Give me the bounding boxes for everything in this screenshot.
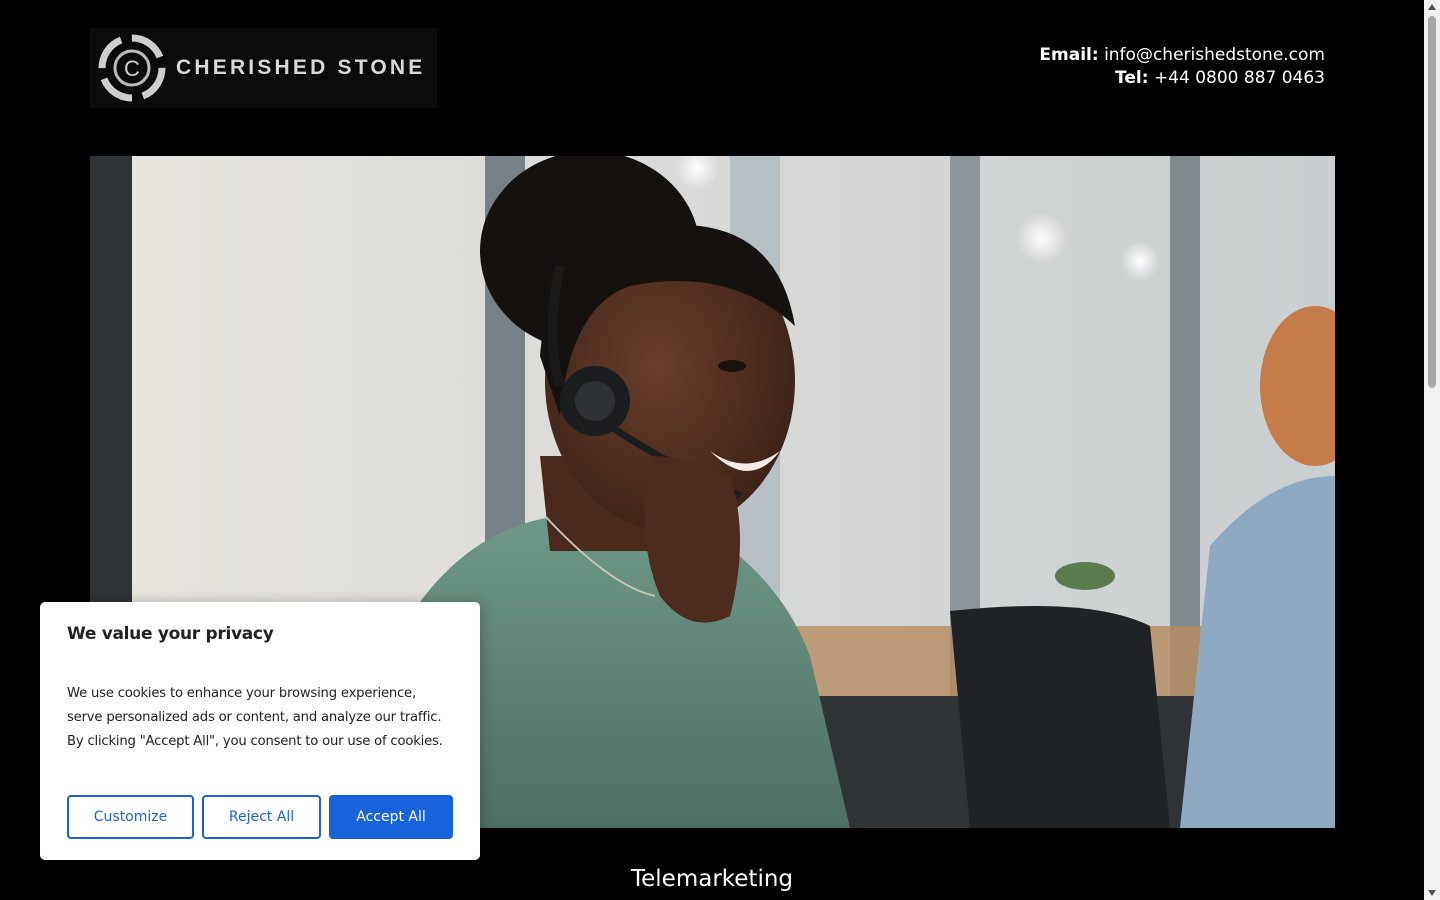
hero-caption: Telemarketing xyxy=(630,866,794,892)
cookie-button-row: Customize Reject All Accept All xyxy=(67,795,453,839)
logo-text: CHERISHED STONE xyxy=(176,56,426,79)
logo-mark-icon: C xyxy=(98,34,166,102)
accept-all-button[interactable]: Accept All xyxy=(329,795,453,839)
customize-button[interactable]: Customize xyxy=(67,795,194,839)
cookie-description: We use cookies to enhance your browsing … xyxy=(67,686,443,749)
tel-label: Tel: xyxy=(1115,68,1149,88)
contact-info: Email: info@cherishedstone.com Tel: +44 … xyxy=(1039,44,1325,90)
scroll-up-arrow-icon[interactable] xyxy=(1424,0,1440,14)
email-label: Email: xyxy=(1039,45,1099,65)
site-logo[interactable]: C CHERISHED STONE xyxy=(90,28,437,108)
scrollbar-thumb[interactable] xyxy=(1428,16,1436,388)
email-line: Email: info@cherishedstone.com xyxy=(1039,44,1325,67)
reject-all-button[interactable]: Reject All xyxy=(202,795,321,839)
email-link[interactable]: info@cherishedstone.com xyxy=(1104,45,1325,65)
tel-line: Tel: +44 0800 887 0463 xyxy=(1039,67,1325,90)
cookie-consent-dialog: We value your privacy We use cookies to … xyxy=(40,602,480,860)
scroll-down-arrow-icon[interactable] xyxy=(1424,886,1440,900)
cookie-title: We value your privacy xyxy=(67,624,274,644)
page-scrollbar[interactable] xyxy=(1424,0,1440,900)
svg-text:C: C xyxy=(124,56,140,81)
page: C CHERISHED STONE Email: info@cherisheds… xyxy=(0,0,1424,900)
tel-link[interactable]: +44 0800 887 0463 xyxy=(1154,68,1325,88)
